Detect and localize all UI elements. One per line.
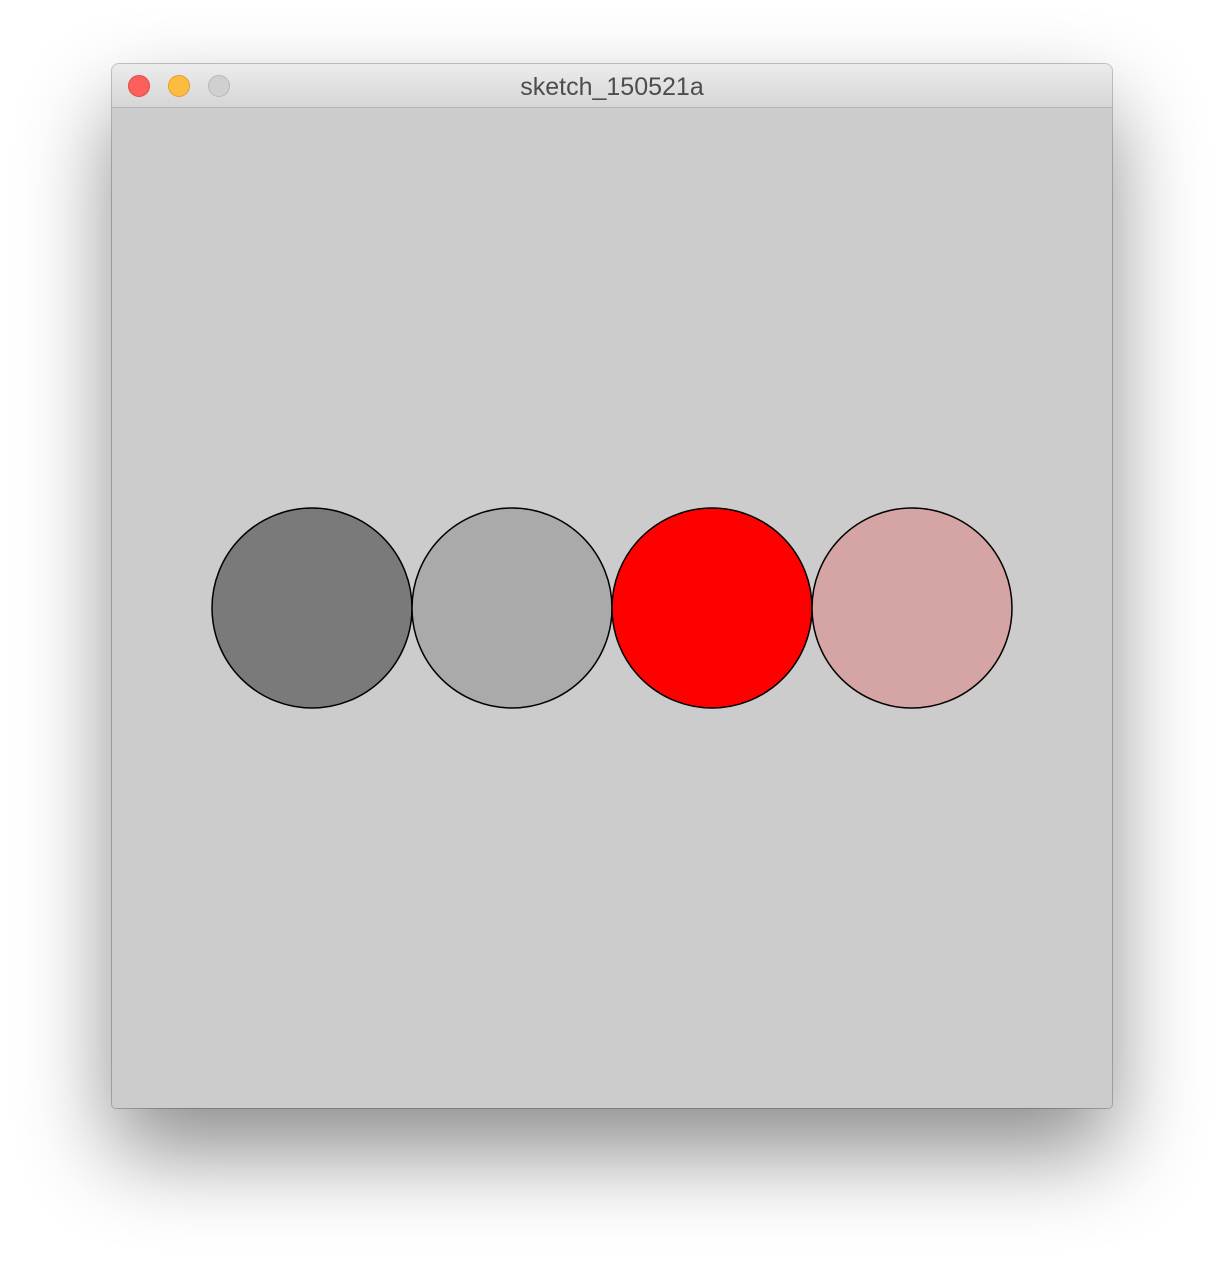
circle-light-gray <box>411 507 613 709</box>
circles-drawing <box>211 507 1013 709</box>
title-bar[interactable]: sketch_150521a <box>112 64 1112 108</box>
sketch-canvas[interactable] <box>112 108 1112 1108</box>
circle-red <box>611 507 813 709</box>
circle-pink <box>811 507 1013 709</box>
sketch-window: sketch_150521a <box>112 64 1112 1108</box>
window-title: sketch_150521a <box>520 73 704 101</box>
circle-dark-gray <box>211 507 413 709</box>
